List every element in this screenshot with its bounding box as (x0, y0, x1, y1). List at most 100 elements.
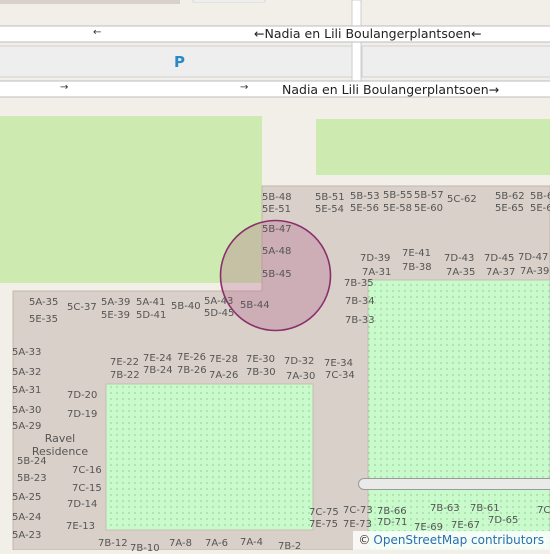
housenumber-label: 7B-24 (143, 365, 173, 376)
street-label-bottom: Nadia en Lili Boulangerplantsoen→ (282, 83, 499, 97)
housenumber-label: 7B-10 (130, 543, 160, 554)
housenumber-label: 7E-41 (402, 248, 432, 259)
housenumber-label: 7B-34 (345, 296, 375, 307)
housenumber-label: 5B-55 (383, 190, 413, 201)
oneway-arrow-icon: ← (471, 26, 482, 41)
housenumber-label: 5B-24 (17, 456, 47, 467)
housenumber-label: 7A-4 (240, 537, 263, 548)
housenumber-label: 7B-30 (246, 367, 276, 378)
housenumber-label: 7E-73 (343, 519, 373, 530)
housenumber-label: 5D-41 (136, 310, 167, 321)
housenumber-label: 7C (537, 505, 550, 516)
housenumber-label: 7E-34 (324, 358, 354, 369)
housenumber-label: 5B-47 (262, 224, 292, 235)
housenumber-label: 5A-25 (12, 492, 42, 503)
housenumber-label: 7D-71 (377, 517, 408, 528)
housenumber-label: 7B-61 (470, 503, 500, 514)
housenumber-label: 5B-45 (262, 269, 292, 280)
housenumber-label: 5E-6 (530, 203, 550, 214)
housenumber-label: 7B-66 (377, 506, 407, 517)
housenumber-label: 7D-65 (488, 515, 519, 526)
housenumber-label: 5A-43 (204, 296, 234, 307)
housenumber-label: 5A-48 (262, 246, 292, 257)
housenumber-label: 5E-60 (414, 203, 444, 214)
housenumber-label: 5A-33 (12, 347, 42, 358)
grass-right (316, 119, 550, 175)
housenumber-label: 7B-26 (177, 365, 207, 376)
housenumber-label: 7D-19 (67, 409, 98, 420)
housenumber-label: 5E-56 (350, 203, 380, 214)
parking-area-right (361, 45, 550, 78)
housenumber-label: 7E-67 (451, 520, 481, 531)
housenumber-label: 7D-47 (518, 252, 549, 263)
housenumber-label: 7A-6 (205, 538, 228, 549)
housenumber-label: 7C-75 (309, 507, 339, 518)
housenumber-label: 7E-22 (110, 357, 140, 368)
housenumber-label: 7B-22 (110, 370, 140, 381)
building-top (0, 0, 180, 4)
housenumber-label: 7E-75 (309, 519, 339, 530)
housenumber-label: 7D-45 (484, 253, 515, 264)
housenumber-label: 5C-37 (67, 302, 97, 313)
housenumber-label: 7C-16 (72, 465, 102, 476)
housenumber-label: 5A-41 (136, 297, 166, 308)
housenumber-label: 7E-13 (66, 521, 96, 532)
housenumber-label: 5E-54 (315, 204, 345, 215)
housenumber-label: 7B-33 (345, 315, 375, 326)
housenumber-label: 7C-15 (72, 483, 102, 494)
parking-icon: P (174, 53, 185, 71)
housenumber-label: 7B-2 (278, 541, 302, 552)
housenumber-label: 5B-57 (414, 190, 444, 201)
housenumber-label: 7B-12 (98, 538, 128, 549)
residence-label: Ravel Residence (30, 432, 90, 458)
housenumber-label: 7E-30 (246, 354, 276, 365)
housenumber-label: 7C-34 (325, 370, 355, 381)
housenumber-label: 7D-14 (67, 499, 98, 510)
housenumber-label: 5A-39 (101, 297, 131, 308)
housenumber-label: 5A-23 (12, 530, 42, 541)
copyright-symbol: © (358, 533, 371, 547)
housenumber-label: 5A-35 (29, 297, 59, 308)
housenumber-label: 7A-39 (520, 266, 550, 277)
housenumber-label: 7D-32 (284, 356, 315, 367)
housenumber-label: 7A-8 (169, 538, 192, 549)
housenumber-label: 7C-73 (343, 505, 373, 516)
housenumber-label: 5E-65 (495, 203, 525, 214)
housenumber-label: 5A-30 (12, 405, 42, 416)
housenumber-label: 5A-32 (12, 367, 42, 378)
housenumber-label: 7E-24 (143, 353, 173, 364)
garden-left (105, 383, 314, 531)
housenumber-label: 7A-35 (446, 267, 476, 278)
housenumber-label: 5E-39 (101, 310, 131, 321)
housenumber-label: 7B-38 (402, 262, 432, 273)
oneway-arrow-icon: → (488, 82, 500, 97)
residence-name: Ravel (44, 432, 76, 445)
oneway-arrow-icon: → (240, 82, 249, 93)
housenumber-label: 7A-26 (209, 370, 239, 381)
housenumber-label: 5A-31 (12, 385, 42, 396)
housenumber-label: 5A-29 (12, 421, 42, 432)
housenumber-label: 5E-58 (383, 203, 413, 214)
housenumber-label: 7B-63 (430, 503, 460, 514)
housenumber-label: 5B-40 (171, 301, 201, 312)
housenumber-label: 5A-24 (12, 512, 42, 523)
housenumber-label: 5B-6 (530, 191, 550, 202)
housenumber-label: 5E-35 (29, 314, 59, 325)
oneway-arrow-icon: ← (93, 27, 102, 38)
housenumber-label: 5C-62 (447, 194, 477, 205)
housenumber-label: 7D-39 (360, 253, 391, 264)
oneway-arrow-icon: ← (254, 26, 265, 41)
housenumber-label: 7D-20 (67, 390, 98, 401)
oneway-arrow-icon: → (60, 82, 69, 93)
housenumber-label: 7A-37 (486, 267, 516, 278)
housenumber-label: 5B-23 (17, 473, 47, 484)
street-name: Nadia en Lili Boulangerplantsoen (282, 82, 489, 97)
housenumber-label: 7E-26 (177, 352, 207, 363)
housenumber-label: 5B-48 (262, 192, 292, 203)
housenumber-label: 7A-30 (286, 371, 316, 382)
housenumber-label: 5B-44 (240, 300, 270, 311)
attribution-link[interactable]: OpenStreetMap contributors (373, 533, 544, 547)
map-attribution: © OpenStreetMap contributors (353, 531, 550, 550)
housenumber-label: 5B-62 (495, 191, 525, 202)
housenumber-label: 7D-43 (444, 253, 475, 264)
